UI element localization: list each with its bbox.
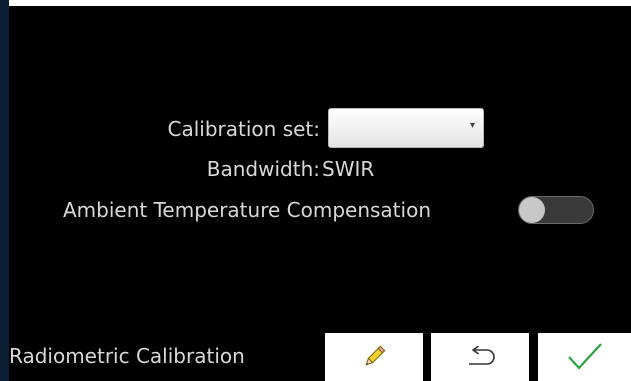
chevron-down-icon: ▾	[469, 120, 475, 131]
pencil-icon	[365, 345, 386, 366]
ambient-temperature-toggle[interactable]	[518, 196, 594, 224]
back-button[interactable]	[431, 333, 529, 381]
top-edge	[0, 0, 631, 6]
screen: Calibration set: ▾ Bandwidth: SWIR Ambie…	[0, 0, 631, 381]
toggle-knob	[519, 197, 545, 223]
ambient-temperature-compensation-label: Ambient Temperature Compensation	[63, 198, 431, 222]
checkmark-icon	[567, 343, 602, 370]
left-edge	[0, 0, 9, 381]
bandwidth-label: Bandwidth:	[206, 157, 320, 181]
back-arrow-icon	[469, 346, 495, 365]
calibration-set-dropdown[interactable]: ▾	[328, 108, 484, 148]
calibration-set-label: Calibration set:	[167, 117, 320, 141]
page-title: Radiometric Calibration	[9, 344, 245, 368]
bandwidth-value: SWIR	[322, 157, 375, 181]
confirm-button[interactable]	[538, 333, 631, 381]
edit-button[interactable]	[325, 333, 423, 381]
